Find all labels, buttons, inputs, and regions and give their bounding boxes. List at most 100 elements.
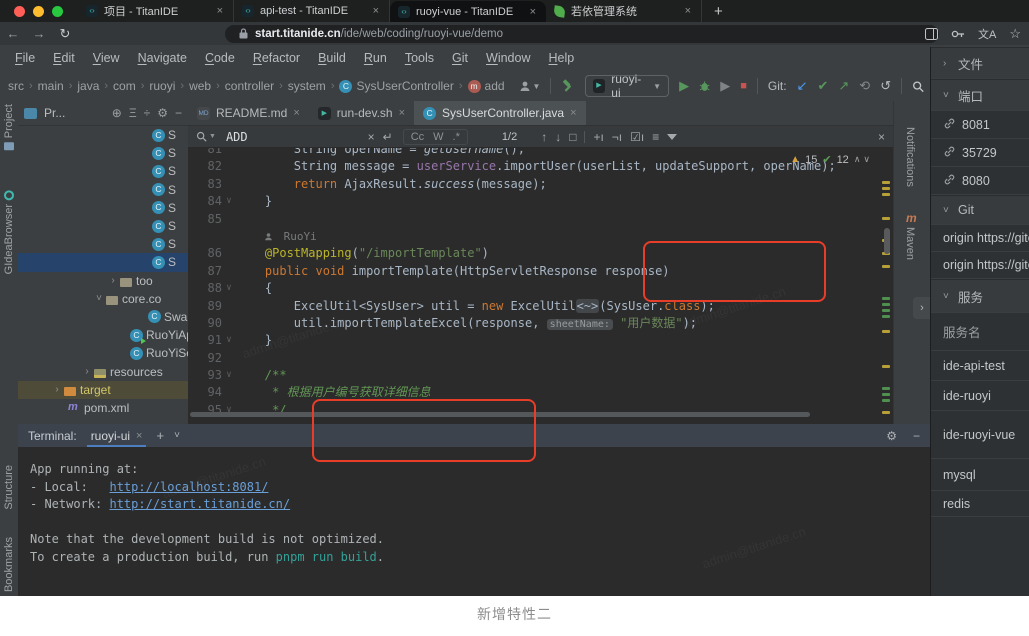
new-terminal-icon[interactable]: + [156, 428, 164, 443]
back-icon[interactable]: ← [0, 26, 26, 41]
browser-tab[interactable]: ‹›ruoyi-vue - TitanIDE× [390, 1, 546, 22]
close-icon[interactable]: × [528, 6, 538, 18]
close-icon[interactable]: × [136, 430, 142, 442]
breadcrumb-method[interactable]: add [485, 79, 505, 93]
run-button[interactable]: ▶ [679, 78, 689, 94]
fold-marker-icon[interactable]: ∨ [222, 193, 236, 210]
select-all-matches-icon[interactable]: □ [569, 130, 576, 144]
sidebar-row[interactable]: origin https://gitee [931, 225, 1029, 252]
tool-window-bookmarks[interactable]: Bookmarks [0, 537, 18, 592]
stop-button[interactable]: ■ [740, 78, 747, 94]
breadcrumb-item[interactable]: java [77, 79, 99, 93]
tree-row[interactable]: CS [18, 199, 188, 217]
sidebar-section-服务[interactable]: ˅服务 [931, 279, 1029, 313]
port-row[interactable]: 8081 [931, 111, 1029, 139]
stripe-chevron-icon[interactable]: › [913, 297, 931, 319]
forward-icon[interactable]: → [26, 26, 52, 41]
inspection-nav-arrows[interactable]: ∧∨ [854, 154, 873, 165]
run-config-select[interactable]: ▶ ruoyi-ui ▼ [585, 75, 670, 97]
fold-marker-icon[interactable]: ∨ [222, 367, 236, 384]
locate-file-icon[interactable]: ⊕ [112, 106, 122, 120]
fold-marker-icon[interactable]: ∨ [222, 332, 236, 349]
close-icon[interactable]: × [293, 107, 299, 119]
sidebar-row[interactable]: ide-ruoyi [931, 381, 1029, 411]
close-icon[interactable]: × [399, 107, 405, 119]
tree-chevron-icon[interactable]: › [82, 366, 92, 377]
side-panel-icon[interactable] [925, 28, 938, 40]
menu-item-run[interactable]: Run [355, 51, 396, 65]
sidebar-section-文件[interactable]: ›文件 [931, 47, 1029, 79]
terminal-dropdown-icon[interactable]: ˅ [174, 430, 180, 441]
tool-window-notifications[interactable]: Notifications [904, 127, 916, 187]
tree-row[interactable]: CS [18, 217, 188, 235]
tree-chevron-icon[interactable]: ˅ [94, 293, 104, 304]
sidebar-row[interactable]: ide-api-test [931, 351, 1029, 381]
search-toggle[interactable]: Cc [411, 131, 424, 143]
tree-row[interactable]: CRuoYiApp [18, 326, 188, 344]
close-icon[interactable]: × [683, 5, 693, 17]
tree-row[interactable]: CS [18, 126, 188, 144]
terminal-tab[interactable]: ruoyi-ui × [87, 424, 147, 447]
translate-icon[interactable]: 文A [978, 26, 996, 42]
tree-row[interactable]: CS [18, 181, 188, 199]
menu-item-help[interactable]: Help [539, 51, 583, 65]
breadcrumb-item[interactable]: main [38, 79, 64, 93]
port-row[interactable]: 8080 [931, 167, 1029, 195]
tree-row[interactable]: CSwa [18, 308, 188, 326]
search-mode-icon[interactable]: ▼ [196, 131, 216, 142]
reload-icon[interactable]: ↻ [52, 26, 78, 42]
sidebar-section-Git[interactable]: ˅Git [931, 195, 1029, 225]
hide-panel-icon[interactable]: − [175, 106, 182, 120]
git-history-icon[interactable]: ⟲ [859, 78, 870, 94]
breadcrumb-item[interactable]: src [8, 79, 24, 93]
menu-item-code[interactable]: Code [196, 51, 244, 65]
settings-gear-icon[interactable]: ⚙ [157, 106, 168, 120]
search-toggle[interactable]: .* [453, 131, 460, 143]
menu-item-edit[interactable]: Edit [44, 51, 84, 65]
search-toggle[interactable]: W [433, 131, 443, 143]
sidebar-row[interactable]: origin https://gitee [931, 252, 1029, 279]
menu-item-file[interactable]: File [6, 51, 44, 65]
add-occurrence-icon[interactable]: +ı [593, 130, 603, 144]
breadcrumb-class[interactable]: SysUserController [356, 79, 453, 93]
menu-item-view[interactable]: View [84, 51, 129, 65]
window-control-dot[interactable] [14, 6, 25, 17]
breadcrumb-item[interactable]: system [288, 79, 326, 93]
key-icon[interactable] [951, 28, 965, 40]
terminal-settings-gear-icon[interactable]: ⚙ [886, 429, 897, 443]
profile-icon[interactable]: ▼ [519, 80, 541, 92]
sidebar-row[interactable]: ide-ruoyi-vue [931, 411, 1029, 459]
tool-window-project[interactable]: Project [0, 104, 18, 150]
terminal-minimize-icon[interactable]: − [913, 429, 920, 443]
filter-icon[interactable] [667, 134, 677, 140]
collapse-all-icon[interactable]: ÷ [144, 106, 151, 120]
coverage-button[interactable]: ▶ [720, 78, 730, 94]
sidebar-row[interactable]: redis [931, 491, 1029, 517]
tree-row[interactable]: CS [18, 235, 188, 253]
vertical-scrollbar-thumb[interactable] [884, 228, 890, 254]
menu-item-tools[interactable]: Tools [396, 51, 443, 65]
terminal-link[interactable]: http://start.titanide.cn/ [109, 497, 290, 511]
newline-icon[interactable]: ↵ [383, 130, 393, 144]
tool-window-gideabrowser[interactable]: GIdeaBrowser [0, 190, 18, 274]
tree-row[interactable]: CRuoYiSer [18, 344, 188, 362]
close-icon[interactable]: × [371, 5, 381, 17]
tree-row[interactable]: ›target [18, 381, 188, 399]
tree-row[interactable]: mpom.xml [18, 399, 188, 417]
breadcrumb-item[interactable]: controller [225, 79, 274, 93]
clear-search-icon[interactable]: × [368, 130, 375, 144]
tree-row[interactable]: ›resources [18, 362, 188, 380]
git-rollback-icon[interactable]: ↺ [880, 78, 891, 94]
tree-chevron-icon[interactable]: › [108, 275, 118, 286]
expand-all-icon[interactable]: Ξ [129, 106, 137, 120]
close-icon[interactable]: × [215, 5, 225, 17]
git-commit-icon[interactable]: ✔ [817, 78, 828, 94]
replace-toggle-icon[interactable]: ☑ı [630, 130, 644, 144]
editor-tab[interactable]: ▶run-dev.sh× [309, 101, 414, 125]
prev-match-icon[interactable]: ↑ [541, 130, 547, 144]
debug-bug-icon[interactable] [699, 80, 710, 93]
new-tab-button[interactable]: + [702, 0, 735, 22]
tool-window-structure[interactable]: Structure [0, 465, 18, 510]
search-icon[interactable] [912, 80, 924, 93]
tree-row[interactable]: ›too [18, 272, 188, 290]
